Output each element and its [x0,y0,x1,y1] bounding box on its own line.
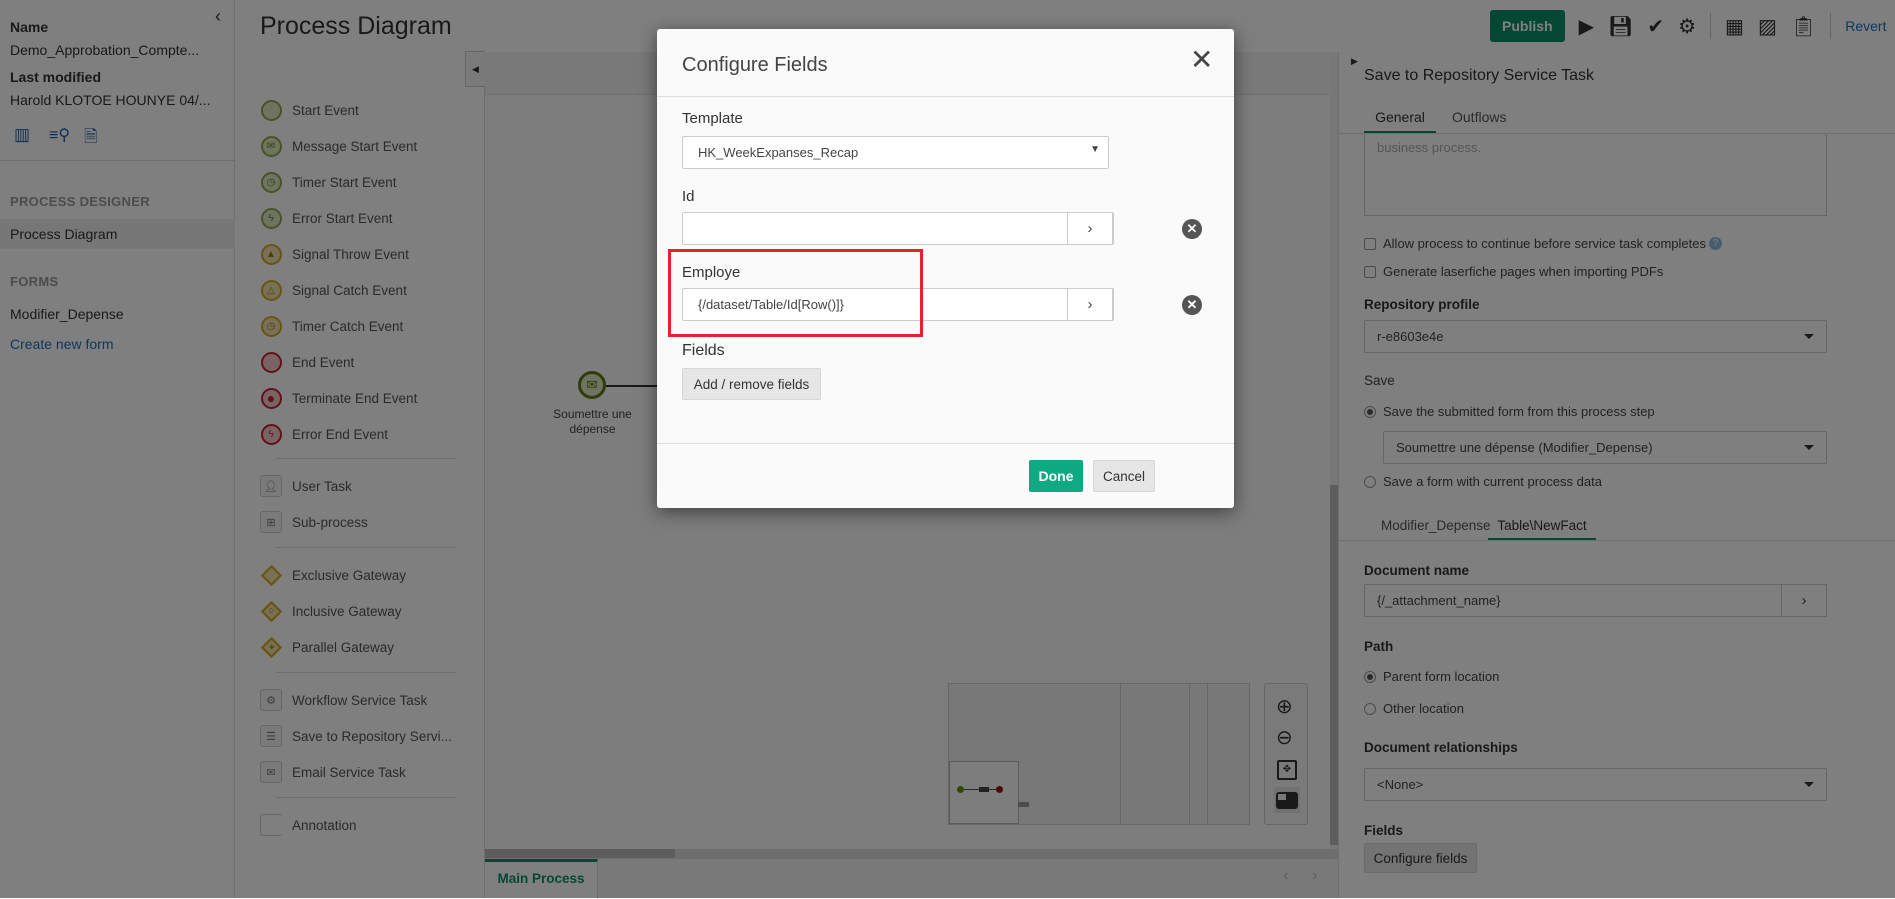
close-icon[interactable]: ✕ [1190,43,1213,76]
id-label: Id [682,188,695,205]
dialog-title: Configure Fields [682,54,828,76]
divider [657,443,1234,444]
insert-variable-button[interactable]: › [1067,288,1113,321]
id-input[interactable]: › [682,212,1114,245]
done-button[interactable]: Done [1029,460,1083,492]
template-label: Template [682,110,743,127]
divider [657,96,1234,97]
add-remove-fields-button[interactable]: Add / remove fields [682,368,821,400]
cancel-button[interactable]: Cancel [1093,460,1155,492]
configure-fields-dialog: Configure Fields ✕ Template HK_WeekExpan… [657,29,1234,508]
select-value: HK_WeekExpanses_Recap [698,145,859,160]
template-select[interactable]: HK_WeekExpanses_Recap ▼ [682,136,1109,169]
insert-variable-button[interactable]: › [1067,212,1113,245]
remove-id-icon[interactable]: ✕ [1182,219,1202,239]
chevron-down-icon: ▼ [1090,144,1100,155]
remove-employe-icon[interactable]: ✕ [1182,295,1202,315]
fields-label: Fields [682,342,725,359]
highlight-annotation [668,249,923,337]
